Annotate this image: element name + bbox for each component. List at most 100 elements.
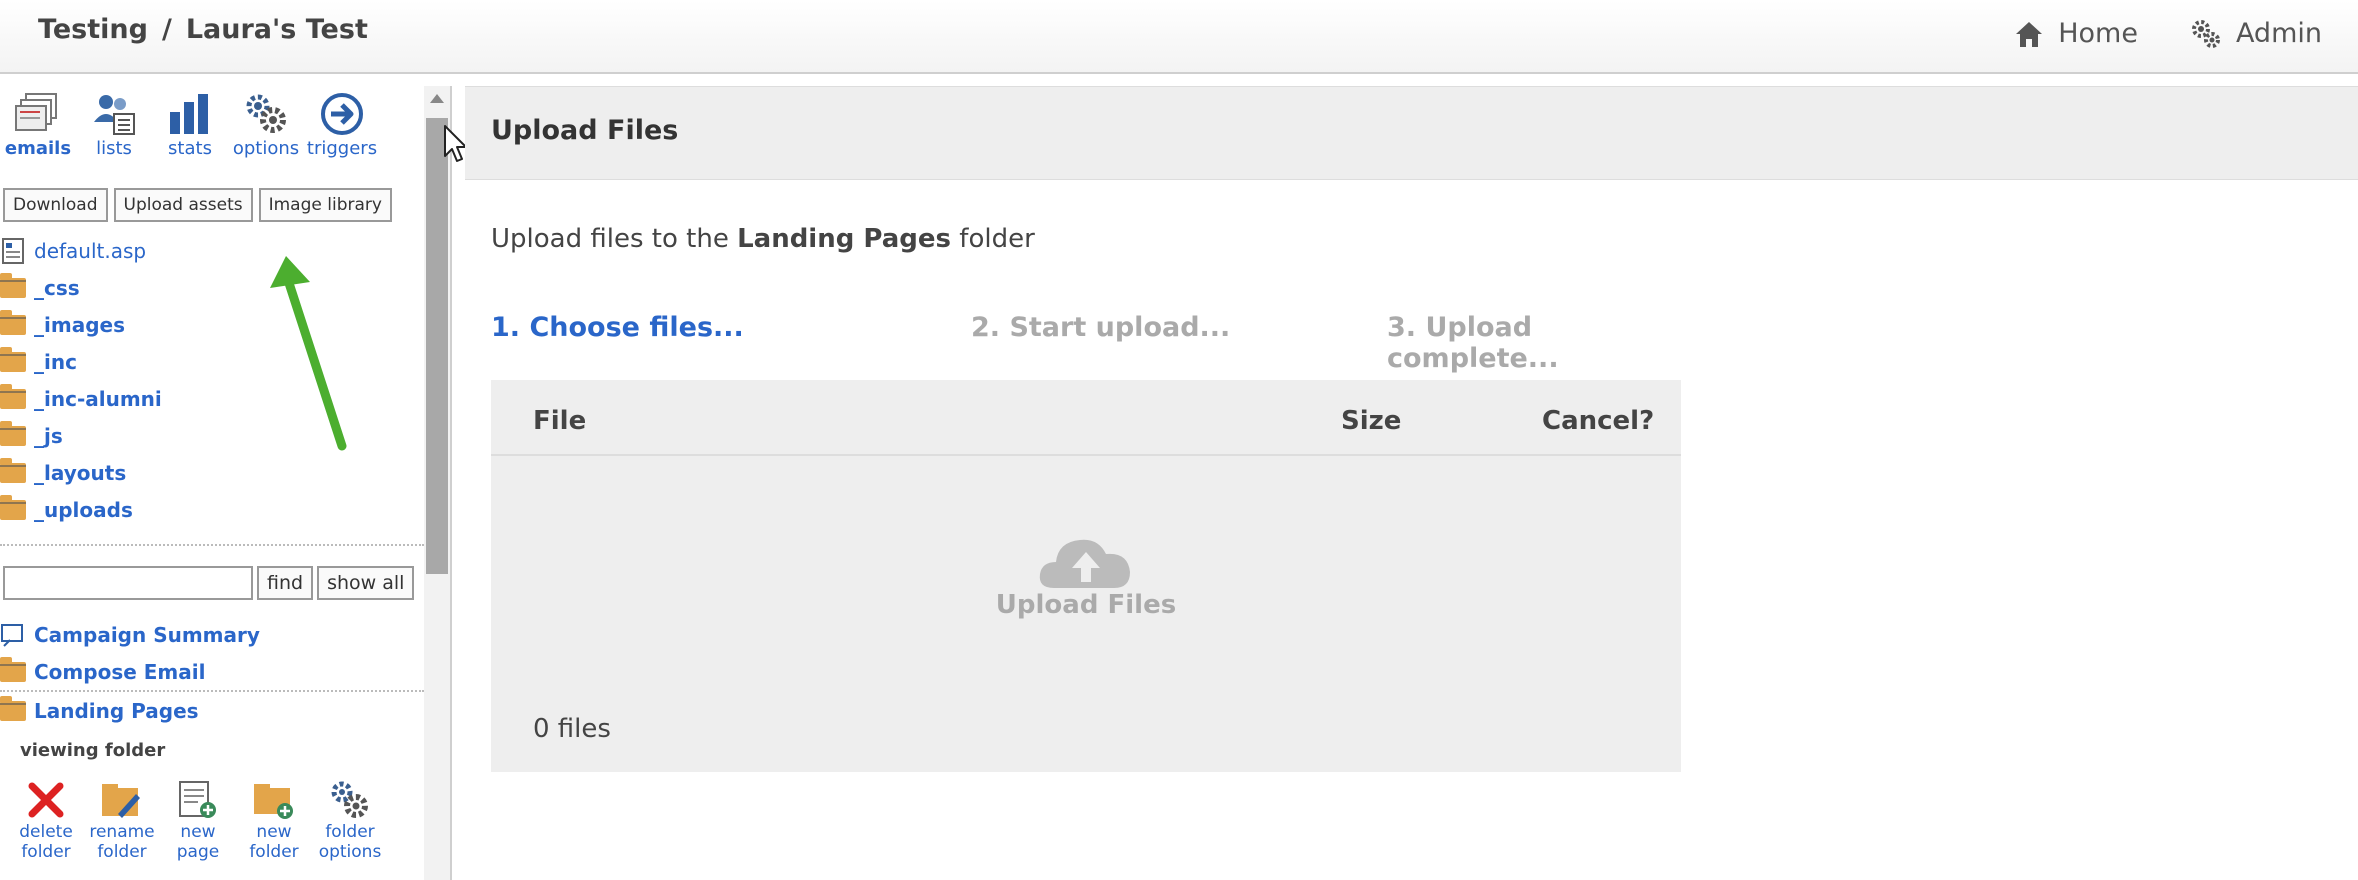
list-item[interactable]: default.asp [0, 232, 162, 269]
compose-email-label: Compose Email [34, 659, 206, 684]
campaign-summary-label: Campaign Summary [34, 622, 260, 647]
new-folder-button[interactable]: new folder [236, 780, 312, 862]
breadcrumb-current: Laura's Test [185, 14, 368, 45]
folder-name: _inc [34, 349, 77, 374]
module-toolbar: emails lists stats options triggers [0, 92, 380, 159]
step-choose-files[interactable]: 1. Choose files... [491, 312, 744, 343]
image-library-button[interactable]: Image library [258, 188, 392, 222]
breadcrumb-parent[interactable]: Testing [38, 14, 148, 45]
top-nav: Home Admin [2014, 18, 2322, 49]
landing-pages-label: Landing Pages [34, 698, 199, 723]
upload-description: Upload files to the Landing Pages folder [491, 224, 1035, 254]
top-bar: Testing / Laura's Test Home Admin [0, 0, 2358, 74]
upload-files-label: Upload Files [995, 590, 1177, 620]
folder-options-label-2: options [318, 842, 382, 862]
folder-options-button[interactable]: folder options [312, 780, 388, 862]
column-file: File [533, 406, 587, 436]
gears-icon [331, 781, 368, 818]
annotation-arrow [270, 256, 347, 451]
panel-divider [450, 86, 452, 880]
column-size: Size [1341, 406, 1402, 436]
list-item[interactable]: _js [0, 417, 162, 454]
scroll-up-icon[interactable] [430, 94, 444, 103]
list-item[interactable]: _layouts [0, 454, 162, 491]
step-start-upload: 2. Start upload... [971, 312, 1231, 343]
landing-pages-link[interactable]: Landing Pages [0, 692, 424, 729]
rename-folder-button[interactable]: rename folder [84, 780, 160, 862]
step-upload-complete: 3. Upload complete... [1387, 312, 1559, 374]
folder-icon [0, 695, 26, 721]
breadcrumb: Testing / Laura's Test [38, 14, 368, 45]
upload-drop-area[interactable]: File Size Cancel? Upload Files 0 files [491, 380, 1681, 772]
folder-name: _layouts [34, 460, 127, 485]
lists-label: lists [96, 138, 132, 159]
file-table-header: File Size Cancel? [491, 380, 1681, 456]
find-button[interactable]: find [257, 566, 314, 600]
upload-assets-button[interactable]: Upload assets [113, 188, 253, 222]
new-page-label-1: new [180, 822, 216, 842]
new-folder-label-2: folder [249, 842, 299, 862]
description-suffix: folder [951, 224, 1035, 254]
delete-folder-button[interactable]: delete folder [8, 780, 84, 862]
new-folder-label-1: new [256, 822, 292, 842]
list-item[interactable]: _inc-alumni [0, 380, 162, 417]
file-name: default.asp [34, 238, 147, 263]
search-row: find show all [3, 566, 415, 600]
stats-label: stats [168, 138, 212, 159]
delete-label-2: folder [21, 842, 71, 862]
emails-tool[interactable]: emails [0, 92, 76, 159]
admin-link[interactable]: Admin [2190, 18, 2322, 49]
compose-email-link[interactable]: Compose Email [0, 653, 424, 690]
new-page-icon [179, 781, 216, 818]
stats-icon [170, 94, 208, 134]
folder-name: _inc-alumni [34, 386, 162, 411]
file-list: default.asp _css _images _inc _inc-alumn… [0, 232, 162, 528]
campaign-summary-link[interactable]: Campaign Summary [0, 616, 424, 653]
lists-tool[interactable]: lists [76, 92, 152, 159]
folder-icon [0, 309, 26, 335]
list-item[interactable]: _css [0, 269, 162, 306]
emails-label: emails [4, 138, 72, 159]
home-link[interactable]: Home [2014, 18, 2138, 49]
rename-label-2: folder [97, 842, 147, 862]
file-count: 0 files [533, 714, 611, 744]
emails-icon [15, 93, 57, 131]
list-item[interactable]: _uploads [0, 491, 162, 528]
search-input[interactable] [3, 566, 253, 600]
stats-tool[interactable]: stats [152, 92, 228, 159]
folder-actions: delete folder rename folder new page new fol… [8, 780, 388, 862]
triggers-tool[interactable]: triggers [304, 92, 380, 159]
show-all-button[interactable]: show all [317, 566, 415, 600]
description-prefix: Upload files to the [491, 224, 738, 254]
folder-options-label-1: folder [325, 822, 375, 842]
page-title: Upload Files [491, 115, 679, 146]
upload-files-button[interactable]: Upload Files [491, 530, 1681, 620]
divider [0, 690, 424, 692]
download-button[interactable]: Download [3, 188, 108, 222]
new-page-button[interactable]: new page [160, 780, 236, 862]
rename-label-1: rename [89, 822, 155, 842]
left-scrollbar[interactable] [424, 86, 450, 880]
column-cancel: Cancel? [1542, 406, 1655, 436]
divider [0, 544, 424, 546]
folder-icon [0, 346, 26, 372]
web-page-icon [2, 237, 24, 264]
campaign-nav: Campaign Summary Compose Email Landing P… [0, 616, 424, 729]
left-panel: emails lists stats options triggers Down… [0, 86, 424, 880]
folder-icon [0, 656, 26, 682]
gears-icon [246, 94, 286, 133]
delete-icon [28, 782, 64, 818]
folder-name: _images [34, 312, 125, 337]
folder-name: _js [34, 423, 63, 448]
list-item[interactable]: _images [0, 306, 162, 343]
target-folder: Landing Pages [737, 224, 952, 254]
triggers-label: triggers [306, 138, 378, 159]
gears-icon [2191, 19, 2220, 48]
breadcrumb-separator: / [161, 14, 172, 45]
viewing-folder-label: viewing folder [20, 740, 166, 761]
scrollbar-thumb[interactable] [426, 118, 448, 574]
folder-icon [0, 494, 26, 520]
options-tool[interactable]: options [228, 92, 304, 159]
admin-label: Admin [2235, 18, 2322, 49]
list-item[interactable]: _inc [0, 343, 162, 380]
